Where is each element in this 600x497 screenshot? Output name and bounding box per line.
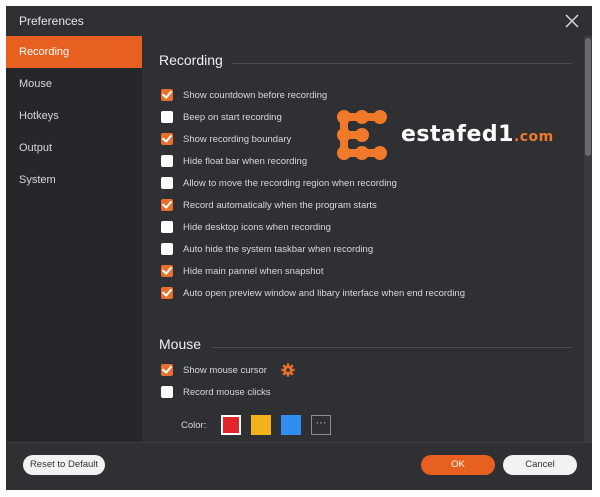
scrollbar[interactable] — [584, 36, 592, 442]
option-show-boundary[interactable]: Show recording boundary — [161, 132, 291, 146]
option-allow-move-region[interactable]: Allow to move the recording region when … — [161, 176, 397, 190]
option-label: Show countdown before recording — [183, 89, 328, 101]
option-label: Auto hide the system taskbar when record… — [183, 243, 374, 255]
checkbox-checked[interactable] — [161, 287, 173, 299]
checkbox-checked[interactable] — [161, 199, 173, 211]
watermark-logo: estafed1.com — [335, 108, 565, 164]
scrollbar-thumb[interactable] — [585, 38, 591, 156]
option-hide-float-bar[interactable]: Hide float bar when recording — [161, 154, 307, 168]
option-label: Show mouse cursor — [183, 364, 267, 376]
watermark-text: estafed1.com — [401, 122, 554, 147]
option-beep-on-start[interactable]: Beep on start recording — [161, 110, 282, 124]
settings-panel: Recording Show countdown before recordin… — [142, 36, 592, 442]
checkbox-checked[interactable] — [161, 89, 173, 101]
mouse-section-title: Mouse — [159, 336, 202, 352]
checkbox-unchecked[interactable] — [161, 386, 173, 398]
option-label: Record automatically when the program st… — [183, 199, 377, 211]
watermark-suffix: .com — [513, 129, 554, 145]
option-label: Hide desktop icons when recording — [183, 221, 331, 233]
color-label: Color: — [181, 419, 207, 431]
footer-bar: Reset to Default OK Cancel — [6, 442, 592, 491]
reset-to-default-button[interactable]: Reset to Default — [23, 455, 105, 475]
ok-button[interactable]: OK — [421, 455, 495, 475]
option-record-automatically[interactable]: Record automatically when the program st… — [161, 198, 377, 212]
option-hide-main-pannel[interactable]: Hide main pannel when snapshot — [161, 264, 323, 278]
preferences-window: Preferences Recording Mouse Hotkeys Outp… — [6, 6, 592, 490]
checkbox-checked[interactable] — [161, 364, 173, 376]
checkbox-unchecked[interactable] — [161, 221, 173, 233]
more-colors-button[interactable]: ··· — [311, 415, 331, 435]
section-divider — [232, 63, 572, 64]
checkbox-unchecked[interactable] — [161, 111, 173, 123]
color-swatch-yellow[interactable] — [251, 415, 271, 435]
option-hide-desktop-icons[interactable]: Hide desktop icons when recording — [161, 220, 331, 234]
window-title: Preferences — [19, 14, 84, 28]
option-label: Auto open preview window and libary inte… — [183, 287, 466, 299]
checkbox-checked[interactable] — [161, 133, 173, 145]
color-swatch-blue[interactable] — [281, 415, 301, 435]
sidebar-item-output[interactable]: Output — [6, 132, 142, 164]
checkbox-unchecked[interactable] — [161, 177, 173, 189]
option-label: Hide main pannel when snapshot — [183, 265, 324, 277]
sidebar-item-hotkeys[interactable]: Hotkeys — [6, 100, 142, 132]
option-label: Allow to move the recording region when … — [183, 177, 397, 189]
watermark-name: estafed1 — [401, 122, 514, 147]
watermark-logo-icon — [337, 110, 387, 160]
sidebar-item-mouse[interactable]: Mouse — [6, 68, 142, 100]
sidebar-item-recording[interactable]: Recording — [6, 36, 142, 68]
title-bar: Preferences — [6, 6, 592, 36]
option-auto-hide-taskbar[interactable]: Auto hide the system taskbar when record… — [161, 242, 373, 256]
option-label: Show recording boundary — [183, 133, 292, 145]
checkbox-unchecked[interactable] — [161, 155, 173, 167]
cancel-button[interactable]: Cancel — [503, 455, 577, 475]
option-show-countdown[interactable]: Show countdown before recording — [161, 88, 327, 102]
recording-section-title: Recording — [159, 52, 223, 68]
gear-icon[interactable] — [281, 363, 295, 377]
sidebar: Recording Mouse Hotkeys Output System — [6, 36, 142, 442]
option-auto-open-preview[interactable]: Auto open preview window and libary inte… — [161, 286, 465, 300]
close-icon[interactable] — [562, 11, 582, 31]
option-label: Hide float bar when recording — [183, 155, 308, 167]
option-show-mouse-cursor[interactable]: Show mouse cursor — [161, 363, 295, 377]
checkbox-unchecked[interactable] — [161, 243, 173, 255]
sidebar-item-system[interactable]: System — [6, 164, 142, 196]
option-record-mouse-clicks[interactable]: Record mouse clicks — [161, 385, 271, 399]
option-label: Beep on start recording — [183, 111, 282, 123]
section-divider — [212, 347, 572, 348]
color-swatch-red[interactable] — [221, 415, 241, 435]
option-label: Record mouse clicks — [183, 386, 271, 398]
checkbox-checked[interactable] — [161, 265, 173, 277]
click-color-row: Color: ··· — [181, 415, 331, 435]
